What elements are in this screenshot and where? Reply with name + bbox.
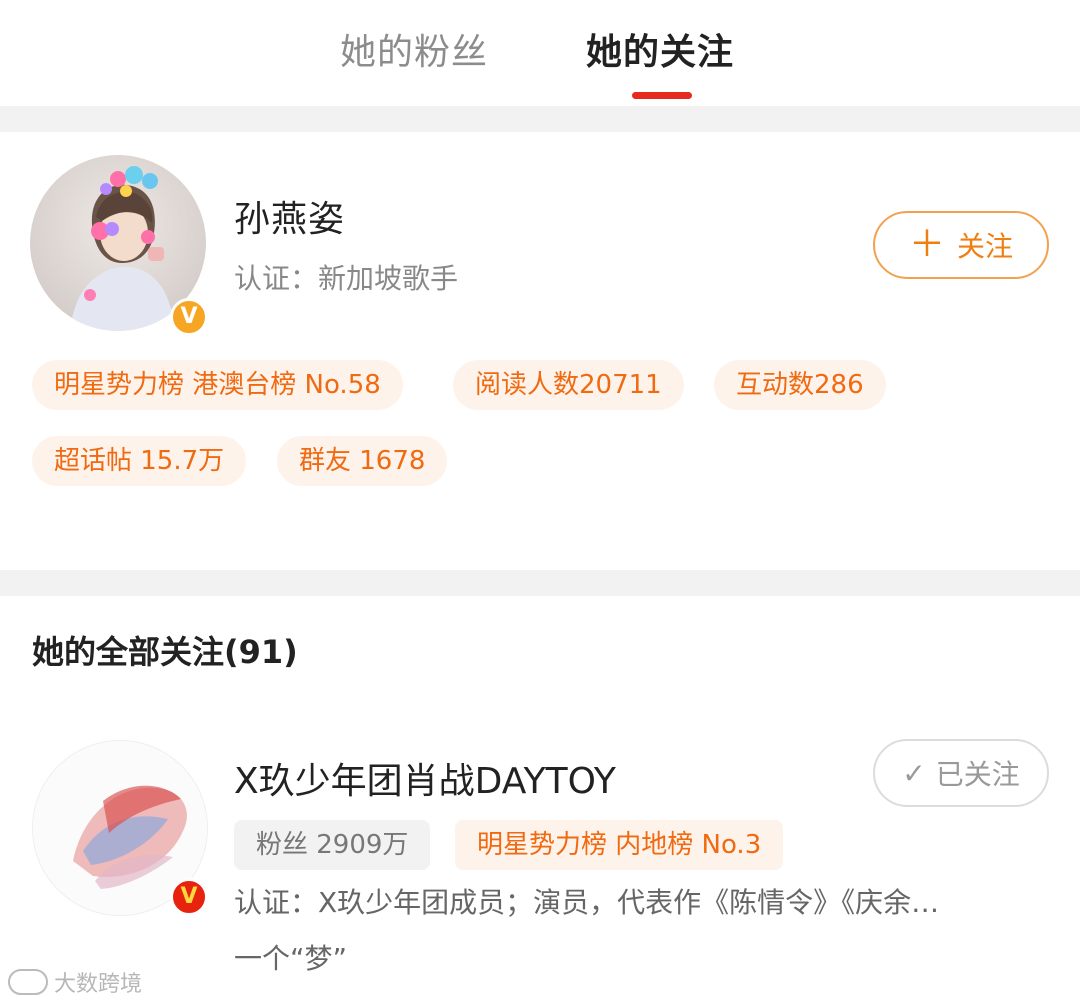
following-item-verification: 认证：X玖少年团成员；演员，代表作《陈情令》《庆余… (234, 886, 940, 919)
active-tab-indicator (632, 92, 692, 99)
verified-badge-icon: V (170, 298, 208, 336)
watermark: 大数跨境 (8, 966, 142, 998)
watermark-logo-icon (8, 969, 48, 995)
follow-button-label: 关注 (957, 230, 1014, 263)
following-item-name[interactable]: X玖少年团肖战DAYTOY (234, 758, 616, 806)
chip-star-power-rank[interactable]: 明星势力榜 港澳台榜 No.58 (32, 360, 403, 410)
followed-button-label: 已关注 (935, 758, 1020, 791)
watermark-text: 大数跨境 (54, 972, 143, 997)
followed-button[interactable]: ✓ 已关注 (873, 739, 1049, 807)
section-divider (0, 570, 1080, 596)
section-divider (0, 106, 1080, 132)
chip-star-power-rank[interactable]: 明星势力榜 内地榜 No.3 (455, 820, 784, 870)
tab-bar: 她的粉丝 她的关注 (0, 0, 1080, 106)
profile-name[interactable]: 孙燕姿 (234, 196, 345, 244)
profile-verification: 认证：新加坡歌手 (234, 262, 459, 295)
chip-fans-count: 粉丝 2909万 (234, 820, 431, 870)
plus-icon: ＋ (908, 224, 945, 265)
chip-interactions[interactable]: 互动数286 (714, 360, 886, 410)
following-section-title: 她的全部关注(91) (32, 633, 298, 671)
chip-readers[interactable]: 阅读人数20711 (453, 360, 684, 410)
tab-her-following[interactable]: 她的关注 (586, 30, 734, 76)
following-item-bio: 一个“梦” (234, 942, 348, 975)
tab-her-fans[interactable]: 她的粉丝 (340, 30, 488, 76)
chip-super-topic-posts[interactable]: 超话帖 15.7万 (32, 436, 247, 486)
follow-button[interactable]: ＋ 关注 (873, 211, 1049, 279)
chip-group-friends[interactable]: 群友 1678 (277, 436, 448, 486)
check-icon: ✓ (902, 756, 926, 790)
verified-badge-icon: V (170, 878, 208, 916)
